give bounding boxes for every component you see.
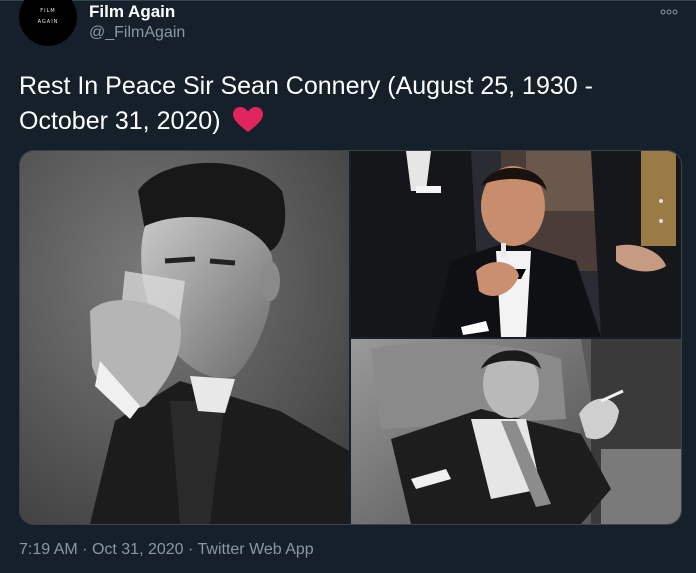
timestamp-date[interactable]: Oct 31, 2020 bbox=[92, 541, 184, 558]
media-grid bbox=[19, 150, 682, 525]
top-divider bbox=[0, 0, 696, 1]
photo-tuxedo-lighter[interactable] bbox=[351, 151, 681, 337]
meta-separator: · bbox=[82, 541, 88, 558]
more-dots-icon[interactable] bbox=[660, 4, 678, 18]
timestamp-time[interactable]: 7:19 AM bbox=[19, 541, 78, 558]
author-handle[interactable]: @_FilmAgain bbox=[89, 24, 185, 42]
tweet-meta: 7:19 AM · Oct 31, 2020 · Twitter Web App bbox=[19, 541, 314, 559]
photo-portrait-drinking[interactable] bbox=[20, 151, 349, 524]
tweet-text: Rest In Peace Sir Sean Connery (August 2… bbox=[19, 69, 659, 143]
heart-emoji-icon bbox=[233, 107, 264, 143]
avatar[interactable]: FILM AGAIN bbox=[19, 0, 77, 46]
tweet-source[interactable]: Twitter Web App bbox=[198, 541, 314, 558]
author-name[interactable]: Film Again bbox=[89, 2, 175, 22]
avatar-text-line2: AGAIN bbox=[37, 19, 59, 25]
more-dots-glyph bbox=[660, 9, 678, 15]
avatar-text-line1: FILM bbox=[40, 8, 56, 14]
meta-separator-2: · bbox=[188, 541, 194, 558]
photo-reclining-armchair[interactable] bbox=[351, 339, 681, 524]
tweet-body: Rest In Peace Sir Sean Connery (August 2… bbox=[19, 72, 593, 135]
